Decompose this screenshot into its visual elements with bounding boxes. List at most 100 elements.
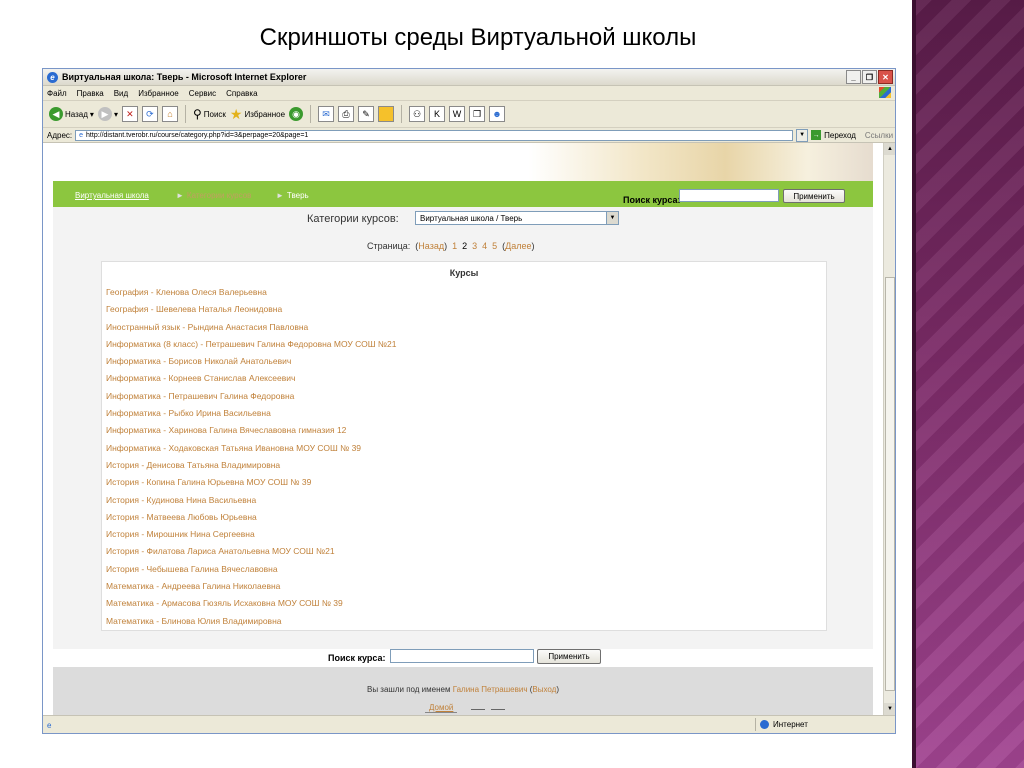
course-search-label: Поиск курса: xyxy=(623,195,681,205)
course-link[interactable]: Информатика (8 класс) - Петрашевич Галин… xyxy=(106,336,396,353)
side-strip-edge xyxy=(912,0,916,768)
address-bar: Адрес: e http://distant.tverobr.ru/cours… xyxy=(43,128,895,143)
category-select[interactable]: Виртуальная школа / Тверь ▼ xyxy=(415,211,619,225)
menu-help[interactable]: Справка xyxy=(226,89,257,98)
scroll-up-icon[interactable]: ▲ xyxy=(884,143,895,155)
course-link[interactable]: Информатика - Ходаковская Татьяна Иванов… xyxy=(106,440,396,457)
folder-icon[interactable] xyxy=(378,106,395,122)
menu-bar: Файл Правка Вид Избранное Сервис Справка xyxy=(43,86,895,101)
menu-tools[interactable]: Сервис xyxy=(189,89,216,98)
course-link[interactable]: История - Кудинова Нина Васильевна xyxy=(106,492,396,509)
course-link[interactable]: Математика - Армасова Гюзяль Исхаковна М… xyxy=(106,595,396,612)
translate-icon[interactable]: W xyxy=(449,106,466,122)
course-link[interactable]: Информатика - Петрашевич Галина Федоровн… xyxy=(106,388,396,405)
back-button[interactable]: ◀ Назад ▾ xyxy=(49,107,94,121)
course-link[interactable]: Информатика - Корнеев Станислав Алексеев… xyxy=(106,370,396,387)
print-icon[interactable]: ⎙ xyxy=(338,106,355,122)
stop-icon[interactable]: ✕ xyxy=(121,106,138,122)
bottom-search-button[interactable]: Применить xyxy=(537,649,601,664)
pagination-label: Страница: xyxy=(367,241,411,251)
chevron-down-icon: ▾ xyxy=(113,109,118,119)
page-status-icon: e xyxy=(47,720,52,730)
scrollbar-thumb[interactable] xyxy=(885,277,895,691)
refresh-icon[interactable]: ⟳ xyxy=(141,106,158,122)
pagination-page-5[interactable]: 5 xyxy=(492,241,497,251)
search-icon: ⚲ xyxy=(192,107,202,121)
chevron-down-icon: ▾ xyxy=(89,109,94,119)
forward-button[interactable]: ▶ ▾ xyxy=(97,107,118,121)
course-link[interactable]: История - Матвеева Любовь Юрьевна xyxy=(106,509,396,526)
menu-file[interactable]: Файл xyxy=(47,89,67,98)
bottom-search-bar: Поиск курса: Применить xyxy=(53,649,873,667)
home-icon[interactable]: ⌂ xyxy=(161,106,178,122)
course-link[interactable]: Информатика - Харинова Галина Вячеславов… xyxy=(106,422,396,439)
mail-icon[interactable]: ✉ xyxy=(318,106,335,122)
footer-divider xyxy=(471,709,485,710)
home-link[interactable]: Домой xyxy=(425,703,458,713)
address-input[interactable]: e http://distant.tverobr.ru/course/categ… xyxy=(75,129,794,141)
courses-list-box: Курсы География - Кленова Олеся Валерьев… xyxy=(101,261,827,631)
site-banner xyxy=(53,143,873,181)
users-icon[interactable]: ☻ xyxy=(489,106,506,122)
content-panel: Категории курсов: Виртуальная школа / Тв… xyxy=(53,207,873,665)
course-link[interactable]: Иностранный язык - Рындина Анастасия Пав… xyxy=(106,319,396,336)
course-link[interactable]: Информатика - Борисов Николай Анатольеви… xyxy=(106,353,396,370)
pagination-page-3[interactable]: 3 xyxy=(472,241,477,251)
chevron-down-icon[interactable]: ▼ xyxy=(606,212,618,224)
research-icon[interactable]: K xyxy=(429,106,446,122)
user-link[interactable]: Галина Петрашевич xyxy=(453,685,528,694)
course-link[interactable]: История - Чебышева Галина Вячеславовна xyxy=(106,561,396,578)
favorites-button[interactable]: ★ Избранное xyxy=(230,106,285,123)
address-dropdown-icon[interactable]: ▼ xyxy=(796,128,809,142)
favorites-label: Избранное xyxy=(244,109,286,119)
toolbar-separator xyxy=(184,105,186,123)
course-link[interactable]: История - Денисова Татьяна Владимировна xyxy=(106,457,396,474)
course-link[interactable]: География - Кленова Олеся Валерьевна xyxy=(106,284,396,301)
course-search-input[interactable] xyxy=(679,189,779,202)
menu-view[interactable]: Вид xyxy=(114,89,128,98)
maximize-button[interactable]: ❐ xyxy=(862,70,877,84)
back-label: Назад xyxy=(65,109,88,119)
logout-link[interactable]: Выход xyxy=(532,685,556,694)
course-link[interactable]: История - Копина Галина Юрьевна МОУ СОШ … xyxy=(106,474,396,491)
breadcrumb-categories[interactable]: ► Категории курсов xyxy=(173,191,251,200)
pagination-next[interactable]: Далее xyxy=(505,241,531,251)
edit-icon[interactable]: ✎ xyxy=(358,106,375,122)
bottom-search-input[interactable] xyxy=(390,649,534,663)
pagination-page-2-current: 2 xyxy=(462,241,468,251)
globe-icon xyxy=(760,720,769,729)
course-search-button[interactable]: Применить xyxy=(783,189,845,203)
messenger-icon[interactable]: ⚇ xyxy=(409,106,426,122)
scroll-down-icon[interactable]: ▼ xyxy=(884,703,895,715)
breadcrumb-separator: ► xyxy=(176,191,184,200)
course-link[interactable]: История - Филатова Лариса Анатольевна МО… xyxy=(106,543,396,560)
go-arrow-icon[interactable]: → xyxy=(811,130,822,140)
zone-label: Интернет xyxy=(773,720,808,729)
menu-edit[interactable]: Правка xyxy=(77,89,104,98)
windows-flag-icon xyxy=(879,87,891,98)
minimize-button[interactable]: _ xyxy=(846,70,861,84)
address-url: http://distant.tverobr.ru/course/categor… xyxy=(86,131,309,139)
search-button[interactable]: ⚲ Поиск xyxy=(193,107,226,121)
courses-title: Курсы xyxy=(449,268,479,278)
links-label[interactable]: Ссылки xyxy=(865,131,893,140)
course-link[interactable]: Математика - Блинова Юлия Владимировна xyxy=(106,613,396,630)
go-button[interactable]: Переход xyxy=(824,131,856,140)
breadcrumb-home[interactable]: Виртуальная школа xyxy=(75,191,149,200)
media-icon[interactable]: ◉ xyxy=(289,107,304,121)
navigation-bar: Виртуальная школа ► Категории курсов ► Тве… xyxy=(53,181,873,207)
pagination-page-1[interactable]: 1 xyxy=(452,241,457,251)
book-icon[interactable]: ❒ xyxy=(469,106,486,122)
back-arrow-icon: ◀ xyxy=(49,107,63,121)
course-list: География - Кленова Олеся Валерьевна Гео… xyxy=(106,284,396,630)
pagination-page-4[interactable]: 4 xyxy=(482,241,487,251)
course-link[interactable]: География - Шевелева Наталья Леонидовна xyxy=(106,301,396,318)
course-link[interactable]: Математика - Андреева Галина Николаевна xyxy=(106,578,396,595)
menu-favorites[interactable]: Избранное xyxy=(138,89,179,98)
decorative-side-strip xyxy=(912,0,1024,768)
pagination-prev[interactable]: Назад xyxy=(418,241,444,251)
course-link[interactable]: Информатика - Рыбко Ирина Васильевна xyxy=(106,405,396,422)
course-link[interactable]: История - Мирошник Нина Сергеевна xyxy=(106,526,396,543)
vertical-scrollbar[interactable]: ▲ ▼ xyxy=(883,143,895,715)
close-button[interactable]: ✕ xyxy=(878,70,893,84)
